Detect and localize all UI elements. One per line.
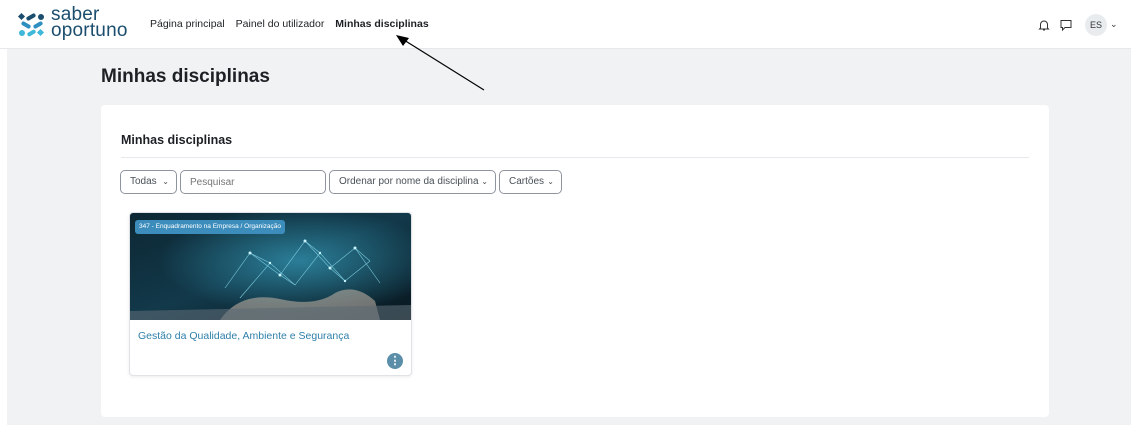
nav-link-dashboard[interactable]: Painel do utilizador	[236, 18, 325, 30]
course-category-badge: 347 - Enquadramento na Empresa / Organiz…	[135, 220, 286, 234]
chat-icon[interactable]	[1059, 18, 1073, 32]
chevron-down-icon: ⌄	[547, 177, 554, 186]
primary-navigation: Página principal Painel do utilizador Mi…	[150, 18, 437, 30]
bell-icon[interactable]	[1037, 18, 1051, 32]
view-dropdown[interactable]: Cartões ⌄	[499, 170, 562, 194]
search-input[interactable]	[180, 170, 326, 194]
chevron-down-icon: ⌄	[162, 177, 169, 186]
nav-link-home[interactable]: Página principal	[150, 18, 225, 30]
top-navbar: saber oportuno Página principal Painel d…	[0, 0, 1131, 49]
chevron-down-icon[interactable]: ⌄	[1110, 19, 1118, 30]
more-options-icon[interactable]: ⋮	[387, 353, 403, 369]
course-card[interactable]: 347 - Enquadramento na Empresa / Organiz…	[129, 212, 412, 376]
filter-dropdown[interactable]: Todas ⌄	[120, 170, 177, 194]
chevron-down-icon: ⌄	[481, 177, 488, 186]
nav-link-my-courses[interactable]: Minhas disciplinas	[335, 18, 428, 30]
sort-dropdown[interactable]: Ordenar por nome da disciplina ⌄	[329, 170, 496, 194]
logo-mark-icon	[17, 12, 45, 37]
user-area: ES ⌄	[1037, 14, 1121, 36]
user-avatar[interactable]: ES	[1085, 14, 1107, 36]
my-courses-block: Minhas disciplinas Todas ⌄ Ordenar por n…	[101, 105, 1049, 417]
section-title: Minhas disciplinas	[121, 133, 233, 147]
logo-text: saber oportuno	[51, 4, 128, 41]
site-logo[interactable]: saber oportuno	[17, 4, 132, 43]
divider	[121, 157, 1029, 158]
page-title: Minhas disciplinas	[101, 66, 270, 87]
course-name-link[interactable]: Gestão da Qualidade, Ambiente e Seguranç…	[138, 330, 349, 342]
course-image[interactable]: 347 - Enquadramento na Empresa / Organiz…	[130, 213, 411, 320]
